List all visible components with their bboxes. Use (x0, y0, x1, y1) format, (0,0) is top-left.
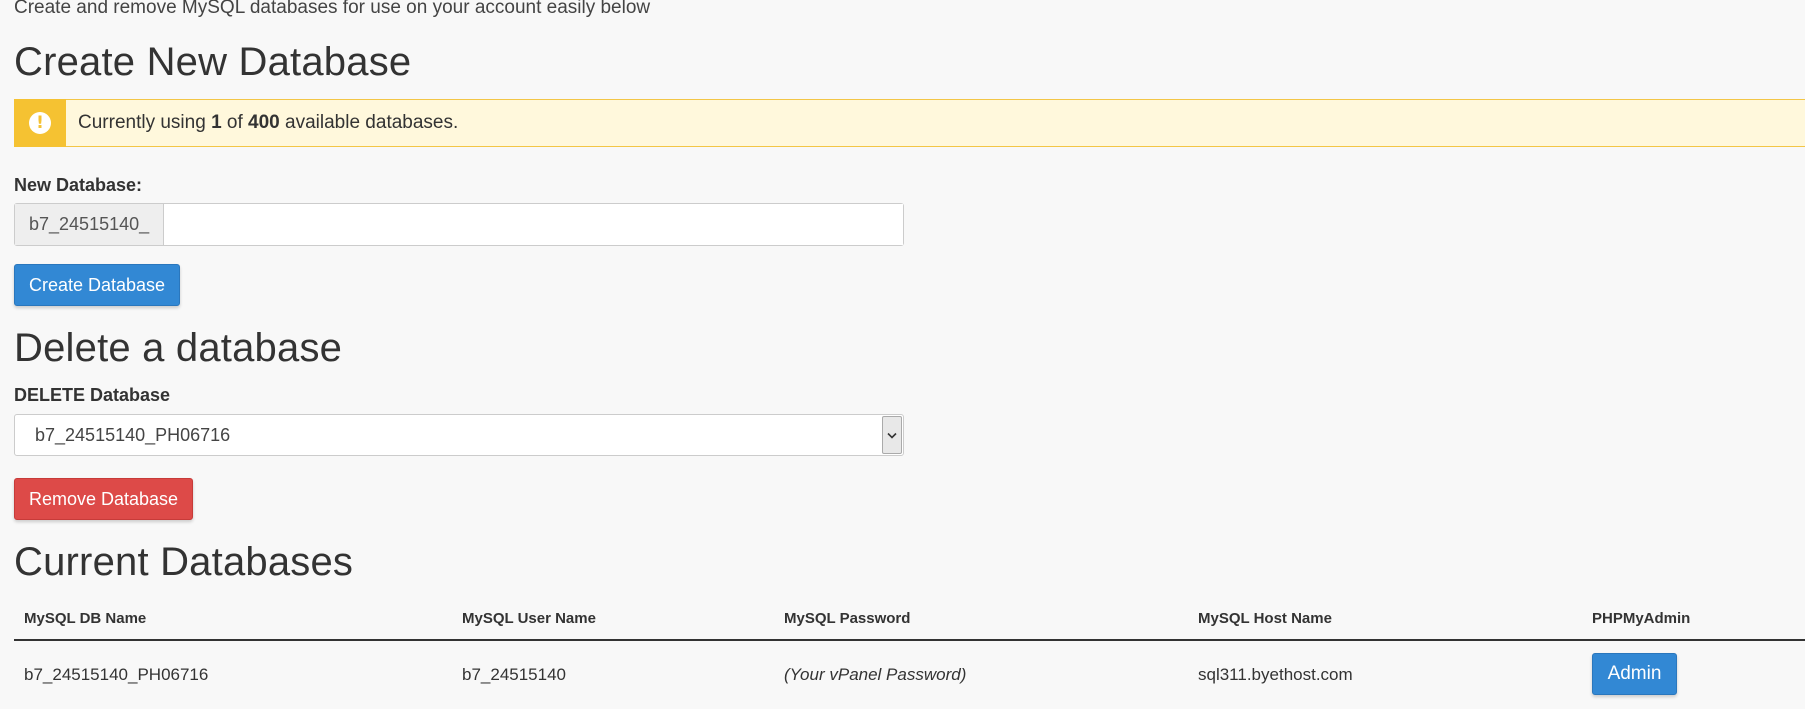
alert-icon-box: ! (14, 98, 66, 147)
phpmyadmin-admin-button[interactable]: Admin (1592, 653, 1677, 695)
column-header-db-name: MySQL DB Name (24, 610, 147, 627)
cell-user-name: b7_24515140 (462, 665, 567, 684)
new-database-label: New Database: (14, 175, 143, 195)
alert-suffix: available databases. (279, 112, 459, 133)
database-usage-alert: ! Currently using 1 of 400 available dat… (14, 98, 1805, 147)
column-header-phpmyadmin: PHPMyAdmin (1592, 610, 1691, 627)
delete-database-select[interactable]: b7_24515140_PH06716 (14, 414, 904, 456)
chevron-down-icon[interactable] (882, 416, 902, 454)
cell-password: (Your vPanel Password) (784, 665, 967, 684)
table-row: b7_24515140_PH06716 b7_24515140 (Your vP… (14, 641, 1805, 709)
table-header: MySQL DB Name MySQL User Name MySQL Pass… (14, 600, 1805, 641)
new-database-input-group: b7_24515140_ (14, 203, 904, 246)
alert-used-count: 1 (211, 112, 222, 133)
alert-total-count: 400 (248, 112, 280, 133)
column-header-password: MySQL Password (784, 610, 911, 627)
page-intro: Create and remove MySQL databases for us… (14, 0, 651, 18)
alert-text: Currently using 1 of 400 available datab… (78, 112, 458, 134)
database-name-prefix: b7_24515140_ (15, 204, 165, 245)
current-databases-table: MySQL DB Name MySQL User Name MySQL Pass… (14, 600, 1805, 709)
current-databases-heading: Current Databases (14, 540, 354, 584)
exclamation-circle-icon: ! (29, 111, 51, 134)
column-header-user-name: MySQL User Name (462, 610, 596, 627)
delete-database-label: DELETE Database (14, 385, 171, 405)
remove-database-button[interactable]: Remove Database (14, 478, 193, 520)
column-header-host-name: MySQL Host Name (1198, 610, 1332, 627)
create-database-heading: Create New Database (14, 40, 412, 84)
delete-database-selected-value: b7_24515140_PH06716 (35, 424, 231, 445)
alert-prefix: Currently using (78, 112, 212, 133)
new-database-input[interactable] (164, 204, 903, 245)
cell-db-name: b7_24515140_PH06716 (24, 665, 209, 684)
alert-middle: of (221, 112, 249, 133)
delete-database-heading: Delete a database (14, 326, 343, 370)
create-database-button[interactable]: Create Database (14, 264, 180, 306)
cell-host-name: sql311.byethost.com (1198, 665, 1353, 684)
